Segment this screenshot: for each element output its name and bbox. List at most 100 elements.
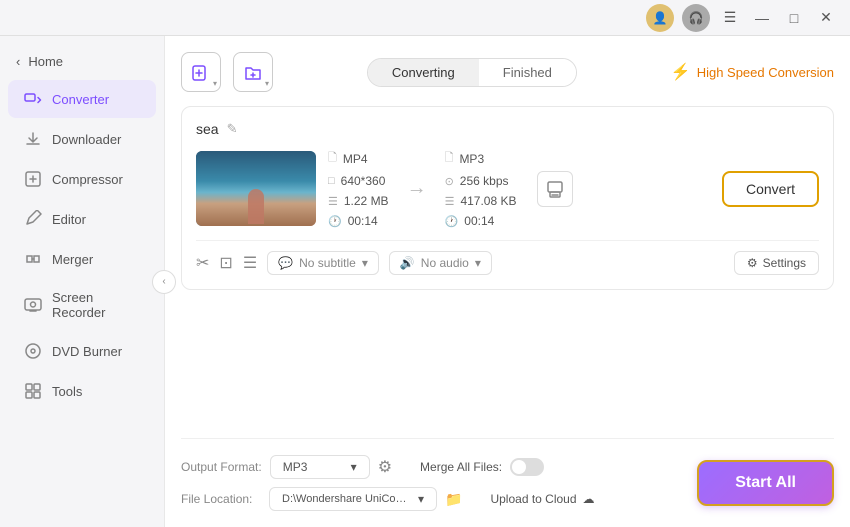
file-location-label: File Location: [181, 492, 261, 506]
audio-label: No audio [421, 256, 469, 270]
file-info: 🗋 MP4 □ 640*360 ☰ 1.22 MB 🕐 [316, 149, 722, 228]
maximize-button[interactable]: □ [782, 6, 806, 30]
sidebar-home[interactable]: ‹ Home [0, 44, 164, 79]
sidebar-item-label: Merger [52, 252, 93, 267]
size-icon: ☰ [328, 195, 338, 208]
device-icon-button[interactable] [537, 171, 573, 207]
output-format-value: MP3 [283, 460, 308, 474]
subtitle-icon: 💬 [278, 256, 293, 270]
high-speed-conversion-button[interactable]: ⚡ High Speed Conversion [671, 62, 834, 82]
source-size-row: ☰ 1.22 MB [328, 194, 389, 208]
tab-converting[interactable]: Converting [368, 59, 479, 86]
sidebar-item-converter[interactable]: Converter [8, 80, 156, 118]
file-actions: ✂ ⊡ ☰ 💬 No subtitle ▾ 🔊 No audio ▾ ⚙ Set… [196, 240, 819, 275]
sidebar-item-label: Screen Recorder [52, 290, 140, 320]
source-size: 1.22 MB [344, 194, 389, 208]
bottom-bar: Output Format: MP3 ▾ ⚙ Merge All Files: … [181, 438, 834, 511]
file-body: 🗋 MP4 □ 640*360 ☰ 1.22 MB 🕐 [196, 149, 819, 228]
close-button[interactable]: ✕ [814, 6, 838, 30]
sidebar-item-tools[interactable]: Tools [8, 372, 156, 410]
convert-button[interactable]: Convert [722, 171, 819, 207]
tools-icon [24, 382, 42, 400]
convert-arrow-icon: → [407, 177, 427, 200]
cloud-upload-icon: ☁ [583, 492, 595, 506]
location-dropdown-arrow: ▾ [418, 492, 424, 506]
user-avatar-icon[interactable]: 👤 [646, 4, 674, 32]
sidebar-item-downloader[interactable]: Downloader [8, 120, 156, 158]
source-format: MP4 [343, 152, 368, 166]
duration-icon: 🕐 [328, 215, 342, 228]
dvd-burner-icon [24, 342, 42, 360]
sidebar-item-screen-recorder[interactable]: Screen Recorder [8, 280, 156, 330]
audio-dropdown-arrow: ▾ [475, 256, 481, 270]
add-files-button[interactable]: ▾ [181, 52, 221, 92]
main-content: ▾ ▾ Converting Finished ⚡ High Speed Con… [165, 36, 850, 527]
open-folder-icon[interactable]: 📁 [445, 491, 462, 508]
source-resolution-row: □ 640*360 [328, 174, 389, 188]
settings-button[interactable]: ⚙ Settings [734, 251, 819, 275]
file-header: sea ✎ [196, 121, 819, 137]
toolbar: ▾ ▾ Converting Finished ⚡ High Speed Con… [181, 52, 834, 92]
settings-icon[interactable]: ⚙ [378, 457, 392, 477]
audio-dropdown[interactable]: 🔊 No audio ▾ [389, 251, 492, 275]
downloader-icon [24, 130, 42, 148]
thumbnail-image [196, 151, 316, 226]
bottom-left: Output Format: MP3 ▾ ⚙ Merge All Files: … [181, 455, 677, 511]
subtitle-label: No subtitle [299, 256, 356, 270]
format-dropdown-arrow: ▾ [351, 460, 357, 474]
compressor-icon [24, 170, 42, 188]
tab-group: Converting Finished [367, 58, 577, 87]
merger-icon [24, 250, 42, 268]
file-location-value: D:\Wondershare UniConverter 1 [282, 493, 412, 505]
headset-icon[interactable]: 🎧 [682, 4, 710, 32]
sidebar: ‹ Home Converter Downloader Compressor [0, 36, 165, 527]
add-folder-button[interactable]: ▾ [233, 52, 273, 92]
app-body: ‹ Home Converter Downloader Compressor [0, 36, 850, 527]
resolution-icon: □ [328, 175, 335, 187]
sidebar-collapse-button[interactable]: ‹ [152, 270, 176, 294]
sidebar-item-label: DVD Burner [52, 344, 122, 359]
subtitle-dropdown[interactable]: 💬 No subtitle ▾ [267, 251, 379, 275]
source-resolution: 640*360 [341, 174, 386, 188]
audio-wave-icon: 🔊 [400, 256, 415, 270]
source-duration-row: 🕐 00:14 [328, 214, 389, 228]
sidebar-item-compressor[interactable]: Compressor [8, 160, 156, 198]
target-size: 417.08 KB [460, 194, 516, 208]
upload-cloud-group[interactable]: Upload to Cloud ☁ [490, 492, 594, 506]
target-duration-row: 🕐 00:14 [445, 214, 517, 228]
device-icon-area [537, 171, 573, 207]
source-info: 🗋 MP4 □ 640*360 ☰ 1.22 MB 🕐 [328, 149, 389, 228]
file-location-dropdown[interactable]: D:\Wondershare UniConverter 1 ▾ [269, 487, 437, 511]
add-folder-dropdown-arrow: ▾ [265, 79, 269, 88]
convert-button-area: Convert [722, 171, 819, 207]
start-all-button[interactable]: Start All [697, 460, 834, 506]
merge-files-label: Merge All Files: [420, 460, 502, 474]
target-bitrate-row: ⊙ 256 kbps [445, 174, 517, 188]
sidebar-item-merger[interactable]: Merger [8, 240, 156, 278]
edit-filename-icon[interactable]: ✎ [227, 121, 238, 137]
editor-icon [24, 210, 42, 228]
sidebar-item-editor[interactable]: Editor [8, 200, 156, 238]
tab-finished[interactable]: Finished [479, 59, 576, 86]
sidebar-item-label: Converter [52, 92, 109, 107]
crop-icon[interactable]: ⊡ [219, 253, 232, 273]
file-thumbnail [196, 151, 316, 226]
output-format-label: Output Format: [181, 460, 262, 474]
sidebar-item-dvd-burner[interactable]: DVD Burner [8, 332, 156, 370]
output-format-row: Output Format: MP3 ▾ ⚙ Merge All Files: [181, 455, 677, 479]
merge-files-toggle[interactable] [510, 458, 544, 476]
add-files-dropdown-arrow: ▾ [213, 79, 217, 88]
bitrate-icon: ⊙ [445, 175, 454, 188]
lightning-icon: ⚡ [671, 62, 691, 82]
target-file-type-icon: 🗋 [445, 149, 454, 168]
output-format-dropdown[interactable]: MP3 ▾ [270, 455, 370, 479]
minimize-button[interactable]: — [750, 6, 774, 30]
converter-icon [24, 90, 42, 108]
file-title: sea [196, 121, 219, 137]
hamburger-menu-button[interactable]: ☰ [718, 6, 742, 30]
source-duration: 00:14 [348, 214, 378, 228]
cut-icon[interactable]: ✂ [196, 253, 209, 273]
subtitle-dropdown-arrow: ▾ [362, 256, 368, 270]
effects-icon[interactable]: ☰ [243, 253, 257, 273]
home-label: Home [28, 54, 63, 69]
